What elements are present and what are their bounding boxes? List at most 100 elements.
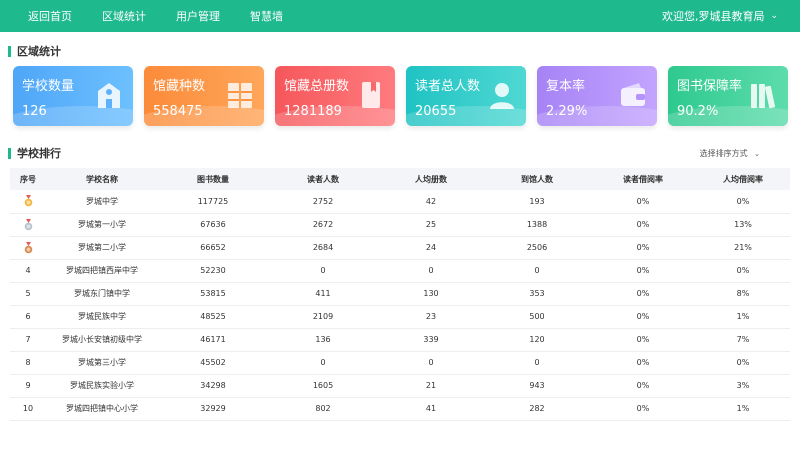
school-name-cell: 罗城第一小学 xyxy=(46,213,158,237)
books-icon xyxy=(751,84,776,109)
column-header-visits[interactable]: 到馆人数 xyxy=(484,168,590,190)
column-header-reader-borrow-rate[interactable]: 读者借阅率 xyxy=(590,168,696,190)
books-per-capita-cell: 25 xyxy=(378,213,484,237)
column-header-book-count[interactable]: 图书数量 xyxy=(158,168,268,190)
per-capita-borrow-rate-cell: 8% xyxy=(696,282,790,306)
reader-borrow-rate-cell: 0% xyxy=(590,351,696,375)
reader-count-cell: 0 xyxy=(268,259,378,283)
book-icon xyxy=(362,82,380,108)
book-count-cell: 52230 xyxy=(158,259,268,283)
stat-card-duplicate-rate[interactable]: 复本率 2.29% xyxy=(537,66,657,126)
table-row[interactable]: 罗城第一小学 67636 2672 25 1388 0% 13% xyxy=(10,213,790,237)
bronze-medal-icon xyxy=(24,241,32,253)
table-row[interactable]: 罗城中学 117725 2752 42 193 0% 0% xyxy=(10,190,790,214)
reader-borrow-rate-cell: 0% xyxy=(590,374,696,398)
stat-label: 馆藏总册数 xyxy=(284,79,350,94)
wallet-icon xyxy=(621,83,645,106)
school-name-cell: 罗城东门镇中学 xyxy=(46,282,158,306)
table-row[interactable]: 6 罗城民族中学 48525 2109 23 500 0% 1% xyxy=(10,305,790,329)
table-row[interactable]: 4 罗城四把镇西岸中学 52230 0 0 0 0% 0% xyxy=(10,259,790,283)
sort-method-dropdown[interactable]: 选择排序方式 ⌄ xyxy=(700,148,760,159)
reader-count-cell: 2684 xyxy=(268,236,378,260)
per-capita-borrow-rate-cell: 3% xyxy=(696,374,790,398)
table-row[interactable]: 7 罗城小长安镇初级中学 46171 136 339 120 0% 7% xyxy=(10,328,790,352)
per-capita-borrow-rate-cell: 0% xyxy=(696,351,790,375)
school-name-cell: 罗城四把镇西岸中学 xyxy=(46,259,158,283)
rank-cell xyxy=(10,190,46,214)
reader-borrow-rate-cell: 0% xyxy=(590,282,696,306)
rank-number: 9 xyxy=(25,381,31,390)
rank-cell xyxy=(10,213,46,237)
stat-value: 20655 xyxy=(415,104,457,119)
nav-smart-wall-link[interactable]: 智慧墙 xyxy=(250,8,283,24)
school-name-cell: 罗城民族实验小学 xyxy=(46,374,158,398)
reader-count-cell: 2109 xyxy=(268,305,378,329)
column-header-per-capita-borrow-rate[interactable]: 人均借阅率 xyxy=(696,168,790,190)
table-row[interactable]: 9 罗城民族实验小学 34298 1605 21 943 0% 3% xyxy=(10,374,790,398)
visits-cell: 500 xyxy=(484,305,590,329)
stat-card-total-volumes[interactable]: 馆藏总册数 1281189 xyxy=(275,66,395,126)
stat-label: 复本率 xyxy=(546,79,586,94)
table-row[interactable]: 罗城第二小学 66652 2684 24 2506 0% 21% xyxy=(10,236,790,260)
rank-cell: 9 xyxy=(10,374,46,398)
stat-label: 读者总人数 xyxy=(415,79,481,94)
reader-borrow-rate-cell: 0% xyxy=(590,213,696,237)
stat-value: 1281189 xyxy=(284,104,342,119)
rank-number: 10 xyxy=(22,404,34,413)
reader-count-cell: 1605 xyxy=(268,374,378,398)
visits-cell: 943 xyxy=(484,374,590,398)
book-count-cell: 46171 xyxy=(158,328,268,352)
per-capita-borrow-rate-cell: 7% xyxy=(696,328,790,352)
per-capita-borrow-rate-cell: 1% xyxy=(696,305,790,329)
reader-borrow-rate-cell: 0% xyxy=(590,190,696,214)
silver-medal-icon xyxy=(24,218,32,230)
stat-label: 图书保障率 xyxy=(677,79,743,94)
sort-method-label: 选择排序方式 xyxy=(699,149,748,158)
stat-card-school-count[interactable]: 学校数量 126 xyxy=(13,66,133,126)
school-name-cell: 罗城第三小学 xyxy=(46,351,158,375)
book-count-cell: 32929 xyxy=(158,397,268,421)
visits-cell: 2506 xyxy=(484,236,590,260)
nav-region-stats-link[interactable]: 区域统计 xyxy=(102,8,146,24)
school-ranking-title: 学校排行 xyxy=(8,148,61,159)
stat-value: 90.2% xyxy=(677,104,719,119)
books-per-capita-cell: 0 xyxy=(378,351,484,375)
stat-card-book-guarantee-rate[interactable]: 图书保障率 90.2% xyxy=(668,66,788,126)
user-menu[interactable]: 欢迎您,罗城县教育局 ⌄ xyxy=(662,0,778,32)
stat-card-reader-count[interactable]: 读者总人数 20655 xyxy=(406,66,526,126)
books-per-capita-cell: 130 xyxy=(378,282,484,306)
stat-value: 558475 xyxy=(153,104,203,119)
per-capita-borrow-rate-cell: 0% xyxy=(696,190,790,214)
visits-cell: 353 xyxy=(484,282,590,306)
stat-label: 馆藏种数 xyxy=(153,79,206,94)
user-welcome-label: 欢迎您,罗城县教育局 xyxy=(661,10,765,23)
school-building-icon xyxy=(98,83,120,108)
reader-count-cell: 0 xyxy=(268,351,378,375)
column-header-books-per-capita[interactable]: 人均册数 xyxy=(378,168,484,190)
school-name-cell: 罗城小长安镇初级中学 xyxy=(46,328,158,352)
nav-home-link[interactable]: 返回首页 xyxy=(28,8,72,24)
table-row[interactable]: 5 罗城东门镇中学 53815 411 130 353 0% 8% xyxy=(10,282,790,306)
reader-count-cell: 136 xyxy=(268,328,378,352)
per-capita-borrow-rate-cell: 1% xyxy=(696,397,790,421)
visits-cell: 282 xyxy=(484,397,590,421)
person-icon xyxy=(490,83,514,109)
rank-cell: 7 xyxy=(10,328,46,352)
school-name-cell: 罗城民族中学 xyxy=(46,305,158,329)
books-per-capita-cell: 41 xyxy=(378,397,484,421)
column-header-rank[interactable]: 序号 xyxy=(10,168,46,190)
school-name-cell: 罗城四把镇中心小学 xyxy=(46,397,158,421)
reader-borrow-rate-cell: 0% xyxy=(590,305,696,329)
stat-card-collection-types[interactable]: 馆藏种数 558475 xyxy=(144,66,264,126)
reader-borrow-rate-cell: 0% xyxy=(590,328,696,352)
reader-count-cell: 2752 xyxy=(268,190,378,214)
table-row[interactable]: 10 罗城四把镇中心小学 32929 802 41 282 0% 1% xyxy=(10,397,790,421)
column-header-school-name[interactable]: 学校名称 xyxy=(46,168,158,190)
chevron-down-icon: ⌄ xyxy=(770,11,778,21)
column-header-reader-count[interactable]: 读者人数 xyxy=(268,168,378,190)
table-row[interactable]: 8 罗城第三小学 45502 0 0 0 0% 0% xyxy=(10,351,790,375)
books-per-capita-cell: 0 xyxy=(378,259,484,283)
nav-user-management-link[interactable]: 用户管理 xyxy=(176,8,220,24)
rank-cell: 4 xyxy=(10,259,46,283)
books-per-capita-cell: 24 xyxy=(378,236,484,260)
